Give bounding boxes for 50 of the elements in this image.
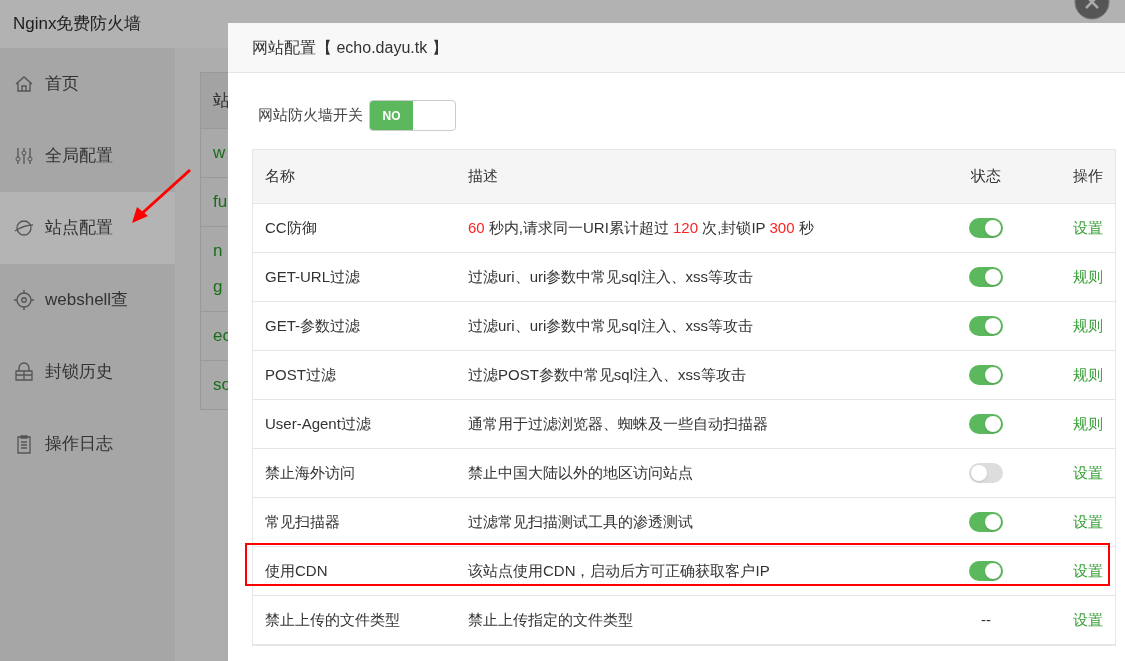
dialog-title: 网站配置【 echo.dayu.tk 】 [252,37,448,58]
status-text: -- [981,609,991,630]
rule-description: 60 秒内,请求同一URI累计超过 120 次,封锁IP 300 秒 [467,217,815,238]
rule-description: 过滤POST参数中常见sql注入、xss等攻击 [467,364,747,385]
rule-name: 常见扫描器 [264,511,341,532]
rule-description: 过滤uri、uri参数中常见sql注入、xss等攻击 [467,315,754,336]
rule-name: POST过滤 [264,364,337,385]
action-link[interactable]: 规则 [1073,316,1103,334]
action-link[interactable]: 规则 [1073,414,1103,432]
rule-name: GET-URL过滤 [264,266,361,287]
rule-name: 使用CDN [264,560,329,581]
action-link[interactable]: 设置 [1073,610,1103,628]
rule-name: GET-参数过滤 [264,315,361,336]
status-toggle[interactable] [969,512,1003,532]
status-toggle[interactable] [969,316,1003,336]
lock-icon [13,361,35,383]
rule-description: 禁止中国大陆以外的地区访问站点 [467,462,694,483]
app-title: Nginx免费防火墙 [13,13,142,36]
rule-description: 通常用于过滤浏览器、蜘蛛及一些自动扫描器 [467,413,769,434]
rule-description: 过滤uri、uri参数中常见sql注入、xss等攻击 [467,266,754,287]
rule-name: 禁止海外访问 [264,462,356,483]
rule-name: CC防御 [264,217,318,238]
status-toggle[interactable] [969,267,1003,287]
status-toggle[interactable] [969,218,1003,238]
switch-label: 网站防火墙开关 [258,105,363,126]
planet-icon [13,217,35,239]
rule-description: 该站点使用CDN，启动后方可正确获取客户IP [467,560,771,581]
target-icon [13,289,35,311]
status-toggle[interactable] [969,561,1003,581]
column-header: 状态 [970,166,1002,187]
action-link[interactable]: 设置 [1073,463,1103,481]
action-link[interactable]: 设置 [1073,561,1103,579]
rule-description: 禁止上传指定的文件类型 [467,609,634,630]
action-link[interactable]: 设置 [1073,512,1103,530]
rule-name: 禁止上传的文件类型 [264,609,401,630]
status-toggle[interactable] [969,414,1003,434]
column-header: 描述 [467,166,499,187]
action-link[interactable]: 规则 [1073,267,1103,285]
status-toggle[interactable] [969,365,1003,385]
status-toggle[interactable] [969,463,1003,483]
column-header: 操作 [1072,166,1104,187]
sliders-icon [13,145,35,167]
column-header: 名称 [264,166,296,187]
rule-name: User-Agent过滤 [264,413,372,434]
sidebar-item[interactable]: 站点配置 [0,192,175,264]
rule-description: 过滤常见扫描测试工具的渗透测试 [467,511,694,532]
home-icon [13,73,35,95]
action-link[interactable]: 规则 [1073,365,1103,383]
firewall-switch[interactable]: NO [369,100,456,131]
action-link[interactable]: 设置 [1073,218,1103,236]
